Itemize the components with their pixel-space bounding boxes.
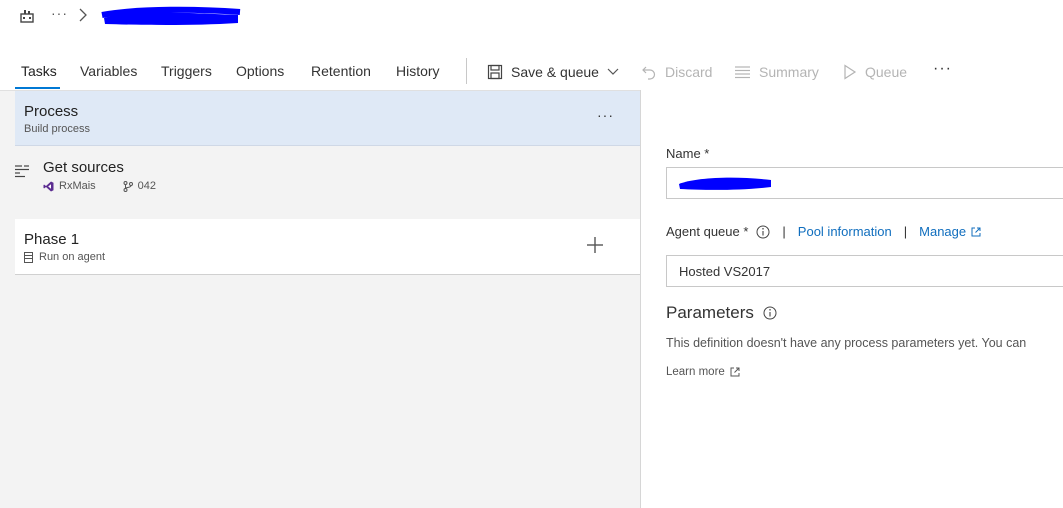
undo-icon: [642, 66, 656, 80]
process-title: Process: [24, 103, 79, 120]
details-pane: Name * Agent queue * | Pool information …: [641, 90, 1063, 508]
queue-button[interactable]: Queue: [843, 62, 907, 82]
active-tab-indicator: [15, 87, 60, 89]
phase-subtitle: Run on agent: [39, 251, 106, 263]
branch-icon: [123, 180, 133, 192]
process-subtitle: Build process: [24, 123, 91, 135]
more-actions-button[interactable]: ···: [933, 60, 952, 78]
agent-queue-row: Agent queue * | Pool information | Manag…: [666, 224, 981, 239]
branch-name: 042: [137, 180, 157, 192]
get-sources-meta: RxMais 042: [43, 180, 156, 192]
name-label: Name *: [666, 146, 710, 161]
tab-history[interactable]: History: [396, 63, 440, 79]
manage-link[interactable]: Manage: [919, 224, 966, 239]
summary-label: Summary: [759, 64, 819, 80]
toolbar-separator: [466, 58, 467, 84]
name-field[interactable]: [666, 167, 1063, 199]
agent-queue-label: Agent queue *: [666, 224, 749, 239]
queue-label: Queue: [865, 64, 908, 80]
get-sources-row[interactable]: Get sources RxMais 042: [0, 147, 640, 211]
separator: |: [782, 224, 786, 239]
tab-triggers[interactable]: Triggers: [161, 63, 212, 79]
process-more-button[interactable]: ···: [597, 107, 614, 123]
visual-studio-icon: [43, 181, 54, 191]
separator: |: [903, 224, 908, 239]
summary-button[interactable]: Summary: [734, 62, 819, 82]
redacted-name-value: [679, 177, 771, 190]
get-sources-title: Get sources: [43, 159, 124, 176]
info-icon[interactable]: [756, 225, 770, 239]
parameters-title: Parameters: [666, 303, 754, 322]
phase-subtitle-row: Run on agent: [24, 251, 105, 263]
agent-queue-value: Hosted VS2017: [679, 264, 771, 279]
pool-information-link[interactable]: Pool information: [798, 224, 892, 239]
parameters-description: This definition doesn't have any process…: [666, 336, 1027, 350]
tab-variables[interactable]: Variables: [80, 63, 137, 79]
list-icon: [735, 66, 750, 79]
add-task-icon[interactable]: [586, 236, 604, 254]
agent-queue-select[interactable]: Hosted VS2017: [666, 255, 1063, 287]
parameters-heading: Parameters: [666, 303, 777, 323]
external-link-icon: [730, 367, 740, 377]
learn-more-link[interactable]: Learn more: [666, 366, 740, 378]
info-icon[interactable]: [763, 306, 777, 320]
server-icon: [24, 251, 33, 263]
tab-options[interactable]: Options: [236, 63, 284, 79]
redacted-definition-name[interactable]: [100, 6, 242, 28]
build-pipeline-icon[interactable]: [19, 8, 35, 24]
chevron-right-icon: [79, 8, 87, 22]
save-queue-button[interactable]: Save & queue: [487, 62, 619, 82]
breadcrumb: ···: [0, 0, 1063, 36]
chevron-down-icon[interactable]: [607, 68, 619, 76]
tab-tasks[interactable]: Tasks: [21, 63, 57, 79]
tab-retention[interactable]: Retention: [311, 63, 371, 79]
learn-more-label: Learn more: [666, 366, 725, 378]
save-queue-label: Save & queue: [511, 64, 599, 80]
get-sources-icon: [15, 165, 29, 178]
external-link-icon: [971, 227, 981, 236]
breadcrumb-ellipsis[interactable]: ···: [51, 5, 68, 21]
phase-row[interactable]: Phase 1 Run on agent: [15, 219, 640, 275]
discard-label: Discard: [665, 64, 713, 80]
discard-button[interactable]: Discard: [641, 62, 712, 82]
phase-title: Phase 1: [24, 231, 80, 248]
play-icon: [844, 64, 857, 80]
repository-name: RxMais: [59, 180, 96, 192]
process-row[interactable]: Process Build process ···: [15, 91, 640, 146]
process-pane: Process Build process ··· Get sources Rx…: [0, 90, 640, 508]
save-icon: [487, 64, 503, 80]
definition-toolbar: Tasks Variables Triggers Options Retenti…: [0, 52, 1063, 90]
